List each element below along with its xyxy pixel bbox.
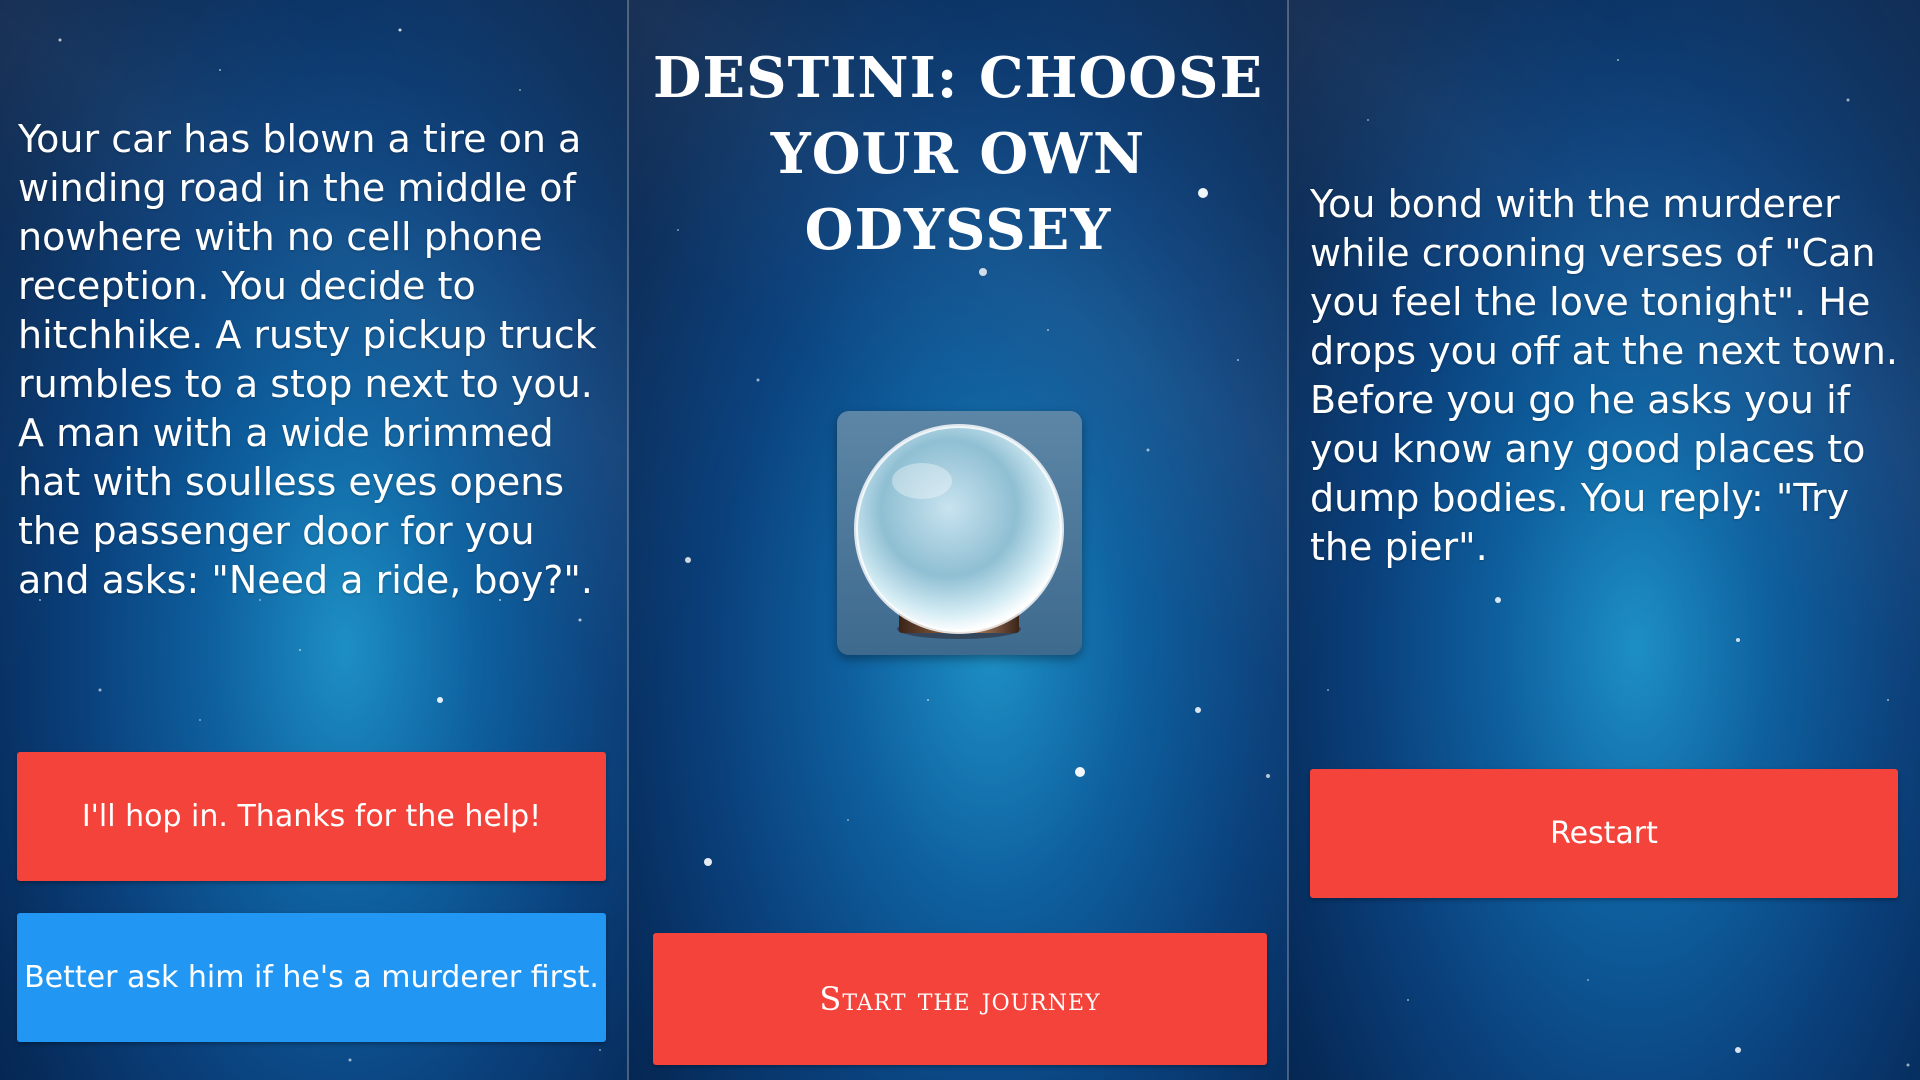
app-title: Destini: Choose Your Own Odyssey (652, 45, 1264, 263)
story-screen-right: You bond with the murderer while croonin… (1288, 0, 1920, 1080)
story-screen-left: Your car has blown a tire on a winding r… (0, 0, 628, 1080)
screen-divider (1287, 0, 1289, 1080)
choice-1-button[interactable]: I'll hop in. Thanks for the help! (17, 752, 606, 881)
choice-2-button[interactable]: Better ask him if he's a murderer first. (17, 913, 606, 1042)
screen-divider (627, 0, 629, 1080)
restart-button[interactable]: Restart (1310, 769, 1898, 898)
welcome-screen: Destini: Choose Your Own Odyssey (628, 0, 1288, 1080)
crystal-ball-icon (837, 411, 1082, 655)
story-text: You bond with the murderer while croonin… (1310, 182, 1898, 569)
start-journey-button[interactable]: Start the journey (653, 933, 1267, 1065)
story-text: Your car has blown a tire on a winding r… (18, 117, 597, 602)
